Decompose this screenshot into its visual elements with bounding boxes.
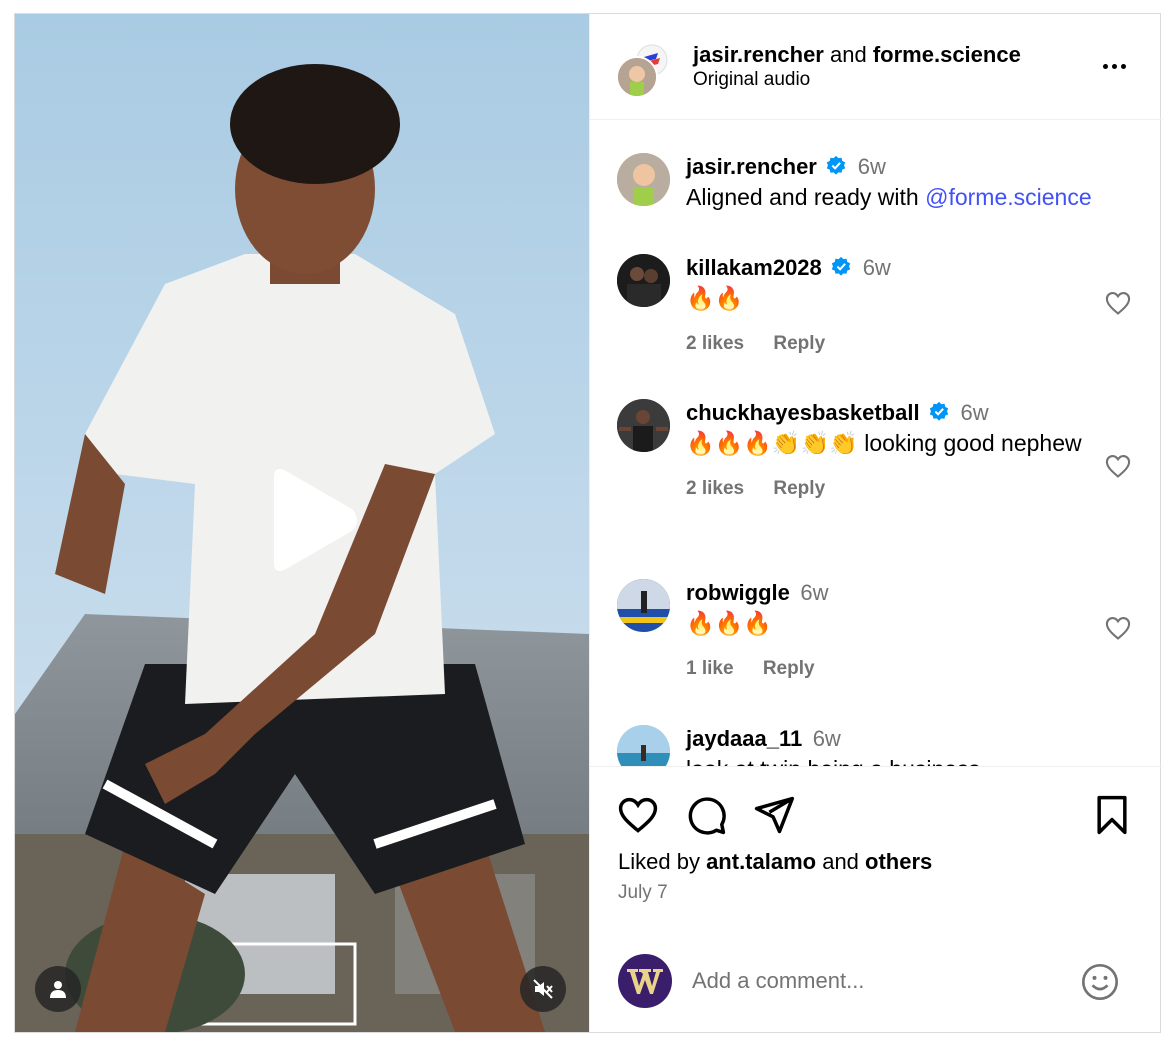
profile-photo-icon bbox=[617, 399, 670, 452]
caption-body: Aligned and ready with bbox=[686, 184, 926, 210]
comment-text: 🔥🔥🔥 bbox=[686, 610, 772, 636]
comment-text: look at twin being a business bbox=[686, 753, 1086, 766]
post-actions: Liked by ant.talamo and others July 7 bbox=[590, 766, 1162, 936]
comment-username[interactable]: killakam2028 bbox=[686, 255, 822, 280]
liked-mid: and bbox=[816, 849, 866, 874]
comments-list[interactable]: jasir.rencher 6w Aligned and ready with … bbox=[590, 121, 1162, 766]
add-comment-input[interactable] bbox=[692, 960, 1062, 1002]
comment-likes[interactable]: 2 likes bbox=[686, 478, 744, 499]
washington-w-logo-icon bbox=[627, 969, 663, 994]
profile-photo-icon bbox=[617, 725, 670, 766]
comment-username[interactable]: chuckhayesbasketball bbox=[686, 400, 920, 425]
play-icon[interactable] bbox=[252, 463, 362, 577]
current-user-avatar[interactable] bbox=[618, 954, 672, 1008]
tagged-users-button[interactable] bbox=[35, 966, 81, 1012]
reply-button[interactable]: Reply bbox=[773, 478, 825, 499]
comment-avatar[interactable] bbox=[617, 399, 670, 452]
collab-username[interactable]: forme.science bbox=[873, 42, 1021, 67]
comment-avatar[interactable] bbox=[617, 254, 670, 307]
comment-avatar[interactable] bbox=[617, 725, 670, 766]
post-header: jasir.rencher and forme.science Original… bbox=[590, 14, 1162, 120]
like-comment-heart-icon[interactable] bbox=[1104, 452, 1132, 480]
comment-meta: 1 like Reply bbox=[686, 658, 1086, 680]
caption-avatar[interactable] bbox=[617, 153, 670, 206]
comment-text: 🔥🔥🔥👏👏👏 looking good nephew bbox=[686, 430, 1082, 456]
collab-avatars[interactable] bbox=[616, 42, 672, 98]
comment-avatar[interactable] bbox=[617, 579, 670, 632]
post-authors: jasir.rencher and forme.science bbox=[693, 41, 1021, 69]
comment-meta: 2 likes Reply bbox=[686, 478, 1086, 500]
video-player[interactable] bbox=[15, 14, 589, 1032]
verified-badge-icon bbox=[827, 155, 846, 175]
mute-toggle-button[interactable] bbox=[520, 966, 566, 1012]
profile-photo-icon bbox=[618, 58, 656, 96]
jasir-rencher-avatar bbox=[616, 56, 658, 98]
liked-prefix: Liked by bbox=[618, 849, 707, 874]
comment-time: 6w bbox=[862, 255, 891, 280]
liked-by-text: Liked by ant.talamo and others bbox=[618, 849, 932, 875]
post-sidebar: jasir.rencher and forme.science Original… bbox=[589, 14, 1162, 1032]
add-comment-bar bbox=[590, 936, 1162, 1032]
comment-time: 6w bbox=[960, 400, 989, 425]
comment-meta: 2 likes Reply bbox=[686, 333, 1086, 355]
post-card: jasir.rencher and forme.science Original… bbox=[14, 13, 1162, 1033]
emoji-picker-icon[interactable] bbox=[1080, 962, 1120, 1002]
user-icon bbox=[50, 981, 66, 998]
caption-text: Aligned and ready with @forme.science bbox=[686, 181, 1146, 214]
verified-badge-icon bbox=[929, 401, 949, 421]
comment-username[interactable]: jaydaaa_11 bbox=[686, 726, 802, 751]
more-options-icon[interactable] bbox=[1098, 54, 1130, 78]
comment-icon[interactable] bbox=[684, 793, 728, 837]
like-heart-icon[interactable] bbox=[616, 793, 660, 837]
save-bookmark-icon[interactable] bbox=[1090, 793, 1134, 837]
comment-likes[interactable]: 1 like bbox=[686, 658, 734, 679]
share-send-icon[interactable] bbox=[752, 793, 796, 837]
comment-username[interactable]: robwiggle bbox=[686, 580, 790, 605]
comment-username[interactable]: jasir.rencher bbox=[686, 154, 817, 179]
and-text: and bbox=[830, 42, 867, 67]
profile-photo-icon bbox=[617, 153, 670, 206]
comment-time: 6w bbox=[800, 580, 829, 605]
author-username[interactable]: jasir.rencher bbox=[693, 42, 824, 67]
comment-time: 6w bbox=[857, 154, 886, 179]
liked-others-link[interactable]: others bbox=[865, 849, 932, 874]
comment-text: 🔥🔥 bbox=[686, 285, 744, 311]
like-comment-heart-icon[interactable] bbox=[1104, 289, 1132, 317]
like-comment-heart-icon[interactable] bbox=[1104, 614, 1132, 642]
audio-link[interactable]: Original audio bbox=[693, 69, 810, 91]
volume-muted-icon bbox=[533, 979, 553, 999]
liked-user-link[interactable]: ant.talamo bbox=[706, 849, 816, 874]
post-date[interactable]: July 7 bbox=[618, 882, 668, 904]
profile-photo-icon bbox=[617, 579, 670, 632]
verified-badge-icon bbox=[832, 256, 851, 276]
mention-link[interactable]: @forme.science bbox=[925, 184, 1092, 210]
reply-button[interactable]: Reply bbox=[773, 333, 825, 354]
comment-likes[interactable]: 2 likes bbox=[686, 333, 744, 354]
reply-button[interactable]: Reply bbox=[763, 658, 815, 679]
profile-photo-icon bbox=[617, 254, 670, 307]
comment-time: 6w bbox=[812, 726, 841, 751]
